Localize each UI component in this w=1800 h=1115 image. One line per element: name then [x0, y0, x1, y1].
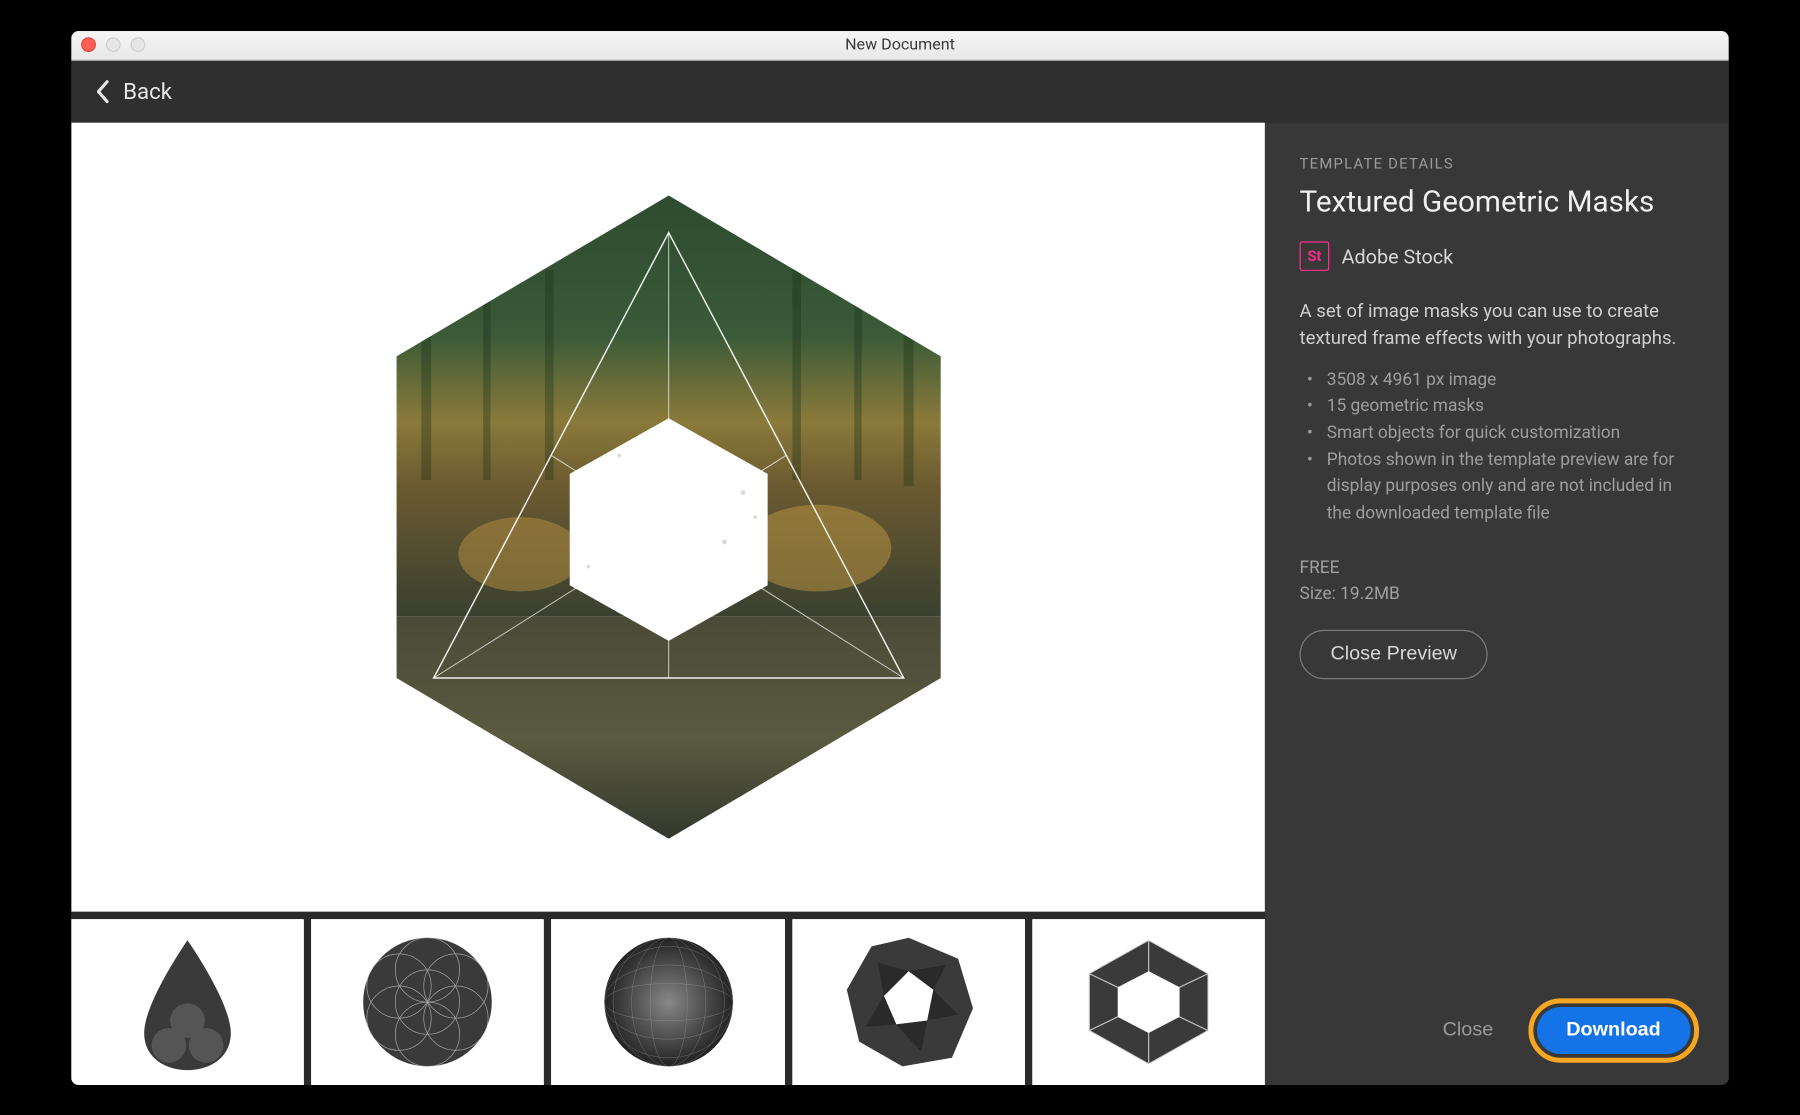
close-preview-button[interactable]: Close Preview — [1300, 629, 1488, 678]
thumbnail-4[interactable] — [792, 919, 1025, 1085]
back-button[interactable]: Back — [93, 78, 172, 104]
details-header: TEMPLATE DETAILS — [1300, 154, 1695, 171]
details-panel: TEMPLATE DETAILS Textured Geometric Mask… — [1265, 122, 1729, 1084]
aperture-mask-icon — [834, 927, 982, 1075]
window-title: New Document — [845, 35, 955, 54]
new-document-window: New Document Back — [71, 31, 1729, 1085]
circle-flower-mask-icon — [354, 927, 502, 1075]
size-label: Size: 19.2MB — [1300, 581, 1695, 607]
thumbnail-strip — [71, 911, 1265, 1084]
window-close-icon[interactable] — [81, 37, 96, 52]
bullet-item: Smart objects for quick customization — [1307, 420, 1694, 447]
bullet-item: 15 geometric masks — [1307, 393, 1694, 420]
template-preview-image — [371, 183, 965, 851]
template-bullets: 3508 x 4961 px image 15 geometric masks … — [1307, 366, 1694, 527]
thumbnail-1[interactable] — [71, 919, 304, 1085]
download-button[interactable]: Download — [1537, 1007, 1691, 1054]
stock-source-row[interactable]: St Adobe Stock — [1300, 241, 1695, 271]
template-description: A set of image masks you can use to crea… — [1300, 298, 1695, 352]
preview-area — [71, 122, 1265, 1084]
window-traffic-lights — [81, 37, 145, 52]
main-preview — [71, 122, 1265, 911]
content-area: TEMPLATE DETAILS Textured Geometric Mask… — [71, 122, 1729, 1084]
teardrop-mask-icon — [113, 927, 261, 1075]
thumbnail-2[interactable] — [311, 919, 544, 1085]
footer-buttons: Close Download — [1425, 998, 1699, 1062]
sphere-mask-icon — [594, 927, 742, 1075]
chevron-left-icon — [93, 79, 110, 104]
window-titlebar: New Document — [71, 31, 1729, 61]
download-highlight: Download — [1528, 998, 1699, 1062]
toolbar: Back — [71, 60, 1729, 122]
thumbnail-5[interactable] — [1032, 919, 1265, 1085]
cube-hexagon-mask-icon — [1074, 927, 1222, 1075]
adobe-stock-icon: St — [1300, 241, 1330, 271]
stock-label: Adobe Stock — [1342, 244, 1454, 268]
close-button[interactable]: Close — [1425, 1007, 1510, 1054]
bullet-item: Photos shown in the template preview are… — [1307, 447, 1694, 527]
window-minimize-icon[interactable] — [106, 37, 121, 52]
bullet-item: 3508 x 4961 px image — [1307, 366, 1694, 393]
thumbnail-3[interactable] — [552, 919, 785, 1085]
template-title: Textured Geometric Masks — [1300, 184, 1695, 219]
back-label: Back — [123, 78, 172, 104]
price-label: FREE — [1300, 555, 1695, 581]
window-zoom-icon[interactable] — [131, 37, 146, 52]
